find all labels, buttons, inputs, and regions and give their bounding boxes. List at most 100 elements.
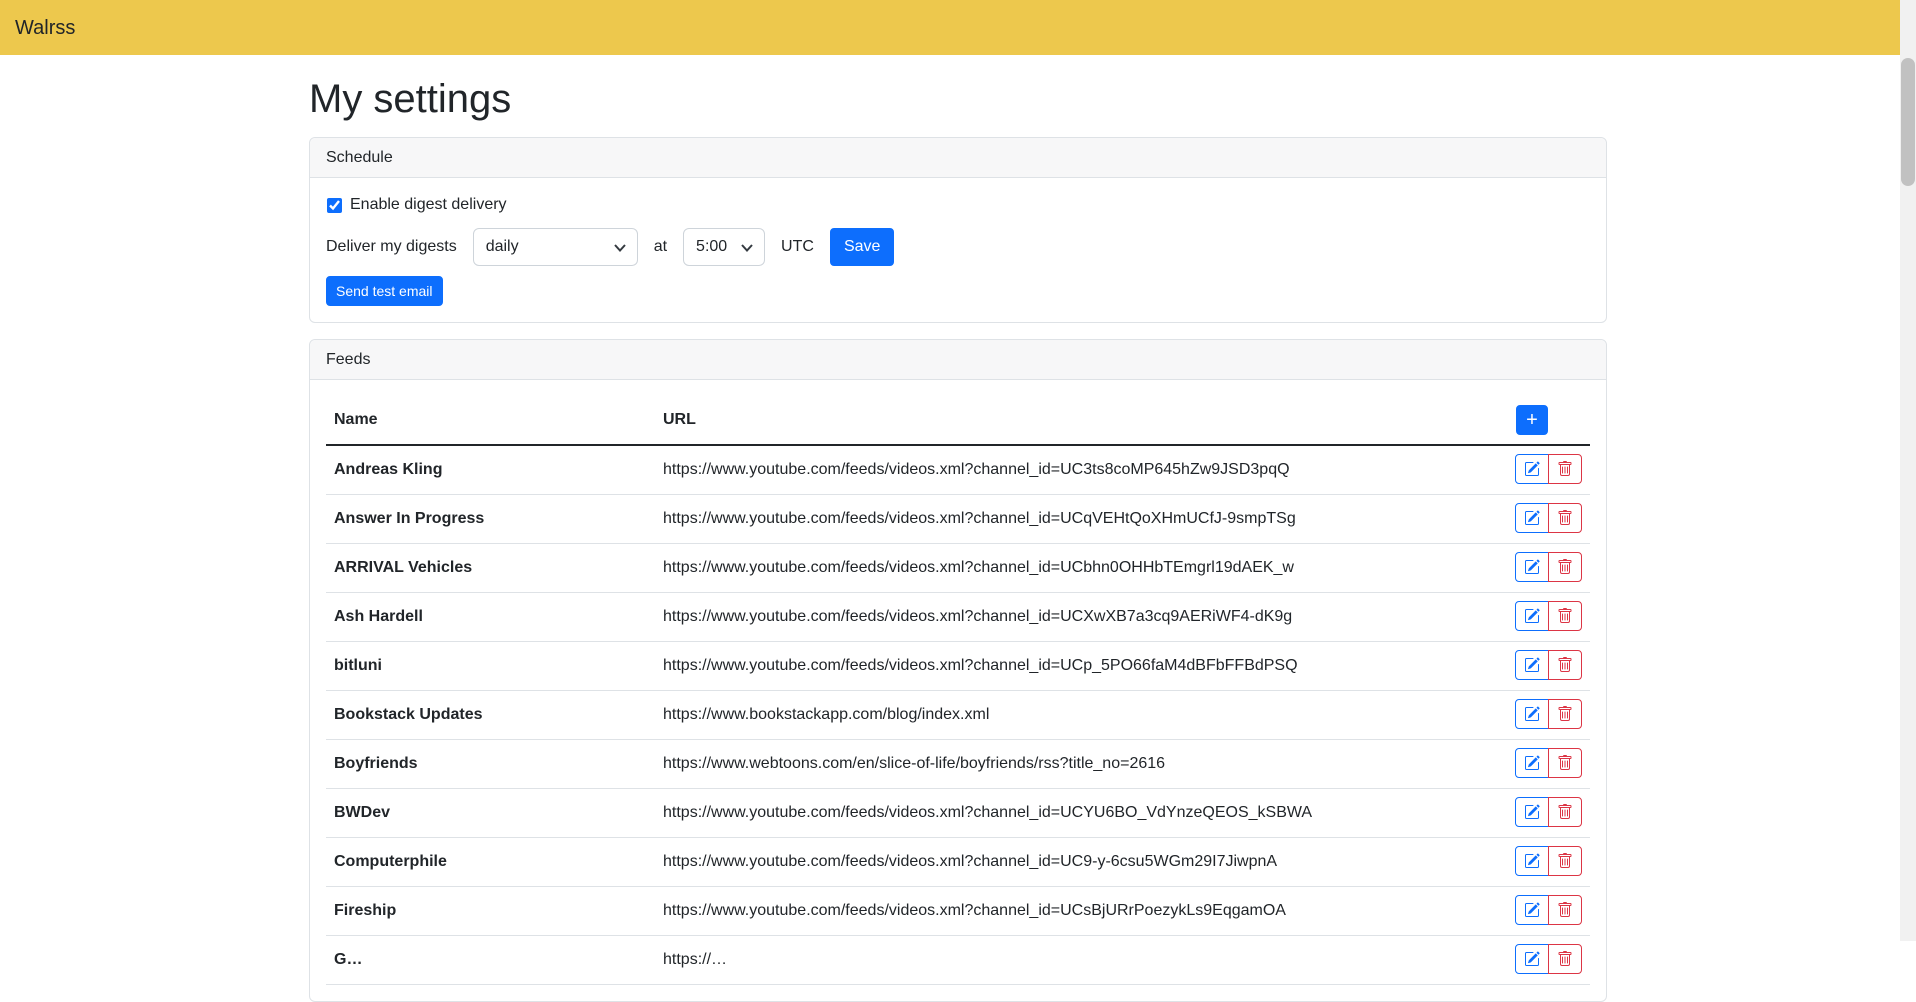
- pencil-square-icon: [1524, 461, 1540, 477]
- delete-feed-button[interactable]: [1548, 748, 1582, 778]
- feed-row: Answer In Progress https://www.youtube.c…: [326, 495, 1590, 544]
- edit-feed-button[interactable]: [1515, 503, 1549, 533]
- schedule-card-header: Schedule: [310, 138, 1606, 178]
- pencil-square-icon: [1524, 853, 1540, 869]
- trash-icon: [1557, 902, 1573, 918]
- delete-feed-button[interactable]: [1548, 601, 1582, 631]
- feed-url: https://www.youtube.com/feeds/videos.xml…: [655, 445, 1460, 495]
- delete-feed-button[interactable]: [1548, 454, 1582, 484]
- edit-feed-button[interactable]: [1515, 944, 1549, 974]
- feed-name: Bookstack Updates: [326, 691, 655, 740]
- feed-row: Fireship https://www.youtube.com/feeds/v…: [326, 887, 1590, 936]
- pencil-square-icon: [1524, 804, 1540, 820]
- feeds-table: Name URL + Andreas Kling https://www.you…: [326, 396, 1590, 985]
- feed-row: Computerphile https://www.youtube.com/fe…: [326, 838, 1590, 887]
- deliver-label: Deliver my digests: [326, 235, 457, 259]
- chevron-down-icon: [614, 244, 626, 252]
- pencil-square-icon: [1524, 706, 1540, 722]
- brand-link[interactable]: Walrss: [15, 13, 75, 43]
- schedule-card: Schedule Enable digest delivery Deliver …: [309, 137, 1607, 323]
- enable-digest-row: Enable digest delivery: [326, 194, 1590, 216]
- add-feed-button[interactable]: +: [1516, 405, 1548, 435]
- feed-name: BWDev: [326, 789, 655, 838]
- trash-icon: [1557, 951, 1573, 967]
- feed-row: Andreas Kling https://www.youtube.com/fe…: [326, 445, 1590, 495]
- scrollbar-thumb[interactable]: [1901, 58, 1915, 186]
- column-header-url: URL: [655, 396, 1460, 445]
- save-button[interactable]: Save: [830, 228, 894, 266]
- feed-row: bitluni https://www.youtube.com/feeds/vi…: [326, 642, 1590, 691]
- schedule-card-body: Enable digest delivery Deliver my digest…: [310, 178, 1606, 322]
- frequency-select[interactable]: daily: [473, 228, 638, 266]
- delete-feed-button[interactable]: [1548, 503, 1582, 533]
- feed-url: https://www.youtube.com/feeds/videos.xml…: [655, 642, 1460, 691]
- pencil-square-icon: [1524, 559, 1540, 575]
- delete-feed-button[interactable]: [1548, 895, 1582, 925]
- edit-feed-button[interactable]: [1515, 601, 1549, 631]
- feeds-card-body: Name URL + Andreas Kling https://www.you…: [310, 380, 1606, 1001]
- feed-url: https://www.youtube.com/feeds/videos.xml…: [655, 544, 1460, 593]
- feed-url: https://www.youtube.com/feeds/videos.xml…: [655, 838, 1460, 887]
- edit-feed-button[interactable]: [1515, 895, 1549, 925]
- feed-row: Bookstack Updates https://www.bookstacka…: [326, 691, 1590, 740]
- feed-url: https://www.webtoons.com/en/slice-of-lif…: [655, 740, 1460, 789]
- column-header-name: Name: [326, 396, 655, 445]
- feed-row: Ash Hardell https://www.youtube.com/feed…: [326, 593, 1590, 642]
- feed-row: ARRIVAL Vehicles https://www.youtube.com…: [326, 544, 1590, 593]
- delete-feed-button[interactable]: [1548, 699, 1582, 729]
- feed-name: Ash Hardell: [326, 593, 655, 642]
- main-content: My settings Schedule Enable digest deliv…: [309, 55, 1607, 1002]
- edit-feed-button[interactable]: [1515, 552, 1549, 582]
- timezone-label: UTC: [781, 235, 814, 259]
- digest-schedule-row: Deliver my digests daily at 5:00 UTC Sav…: [326, 228, 1590, 266]
- pencil-square-icon: [1524, 608, 1540, 624]
- delete-feed-button[interactable]: [1548, 552, 1582, 582]
- delete-feed-button[interactable]: [1548, 944, 1582, 974]
- vertical-scrollbar[interactable]: [1900, 0, 1916, 941]
- edit-feed-button[interactable]: [1515, 454, 1549, 484]
- enable-digest-checkbox[interactable]: [327, 198, 342, 213]
- feed-url: https://…: [655, 936, 1460, 985]
- edit-feed-button[interactable]: [1515, 699, 1549, 729]
- edit-feed-button[interactable]: [1515, 650, 1549, 680]
- time-select[interactable]: 5:00: [683, 228, 765, 266]
- feeds-table-header-row: Name URL +: [326, 396, 1590, 445]
- feed-url: https://www.bookstackapp.com/blog/index.…: [655, 691, 1460, 740]
- feeds-card-header: Feeds: [310, 340, 1606, 380]
- feed-row-partial: G… https://…: [326, 936, 1590, 985]
- frequency-value: daily: [486, 235, 519, 259]
- trash-icon: [1557, 608, 1573, 624]
- feed-url: https://www.youtube.com/feeds/videos.xml…: [655, 887, 1460, 936]
- feed-url: https://www.youtube.com/feeds/videos.xml…: [655, 593, 1460, 642]
- trash-icon: [1557, 461, 1573, 477]
- chevron-down-icon: [741, 244, 753, 252]
- edit-feed-button[interactable]: [1515, 846, 1549, 876]
- delete-feed-button[interactable]: [1548, 797, 1582, 827]
- pencil-square-icon: [1524, 510, 1540, 526]
- feeds-card-title: Feeds: [326, 348, 370, 372]
- feed-row: BWDev https://www.youtube.com/feeds/vide…: [326, 789, 1590, 838]
- trash-icon: [1557, 706, 1573, 722]
- feed-url: https://www.youtube.com/feeds/videos.xml…: [655, 789, 1460, 838]
- at-label: at: [654, 235, 667, 259]
- schedule-card-title: Schedule: [326, 146, 393, 170]
- delete-feed-button[interactable]: [1548, 846, 1582, 876]
- feed-name: Computerphile: [326, 838, 655, 887]
- trash-icon: [1557, 657, 1573, 673]
- feed-name: ARRIVAL Vehicles: [326, 544, 655, 593]
- edit-feed-button[interactable]: [1515, 797, 1549, 827]
- feed-row: Boyfriends https://www.webtoons.com/en/s…: [326, 740, 1590, 789]
- send-test-email-button[interactable]: Send test email: [326, 276, 443, 306]
- navbar: Walrss: [0, 0, 1900, 55]
- trash-icon: [1557, 559, 1573, 575]
- page-title: My settings: [309, 75, 1607, 123]
- pencil-square-icon: [1524, 951, 1540, 967]
- enable-digest-label[interactable]: Enable digest delivery: [350, 193, 507, 217]
- feed-url: https://www.youtube.com/feeds/videos.xml…: [655, 495, 1460, 544]
- delete-feed-button[interactable]: [1548, 650, 1582, 680]
- pencil-square-icon: [1524, 755, 1540, 771]
- pencil-square-icon: [1524, 657, 1540, 673]
- trash-icon: [1557, 853, 1573, 869]
- edit-feed-button[interactable]: [1515, 748, 1549, 778]
- trash-icon: [1557, 510, 1573, 526]
